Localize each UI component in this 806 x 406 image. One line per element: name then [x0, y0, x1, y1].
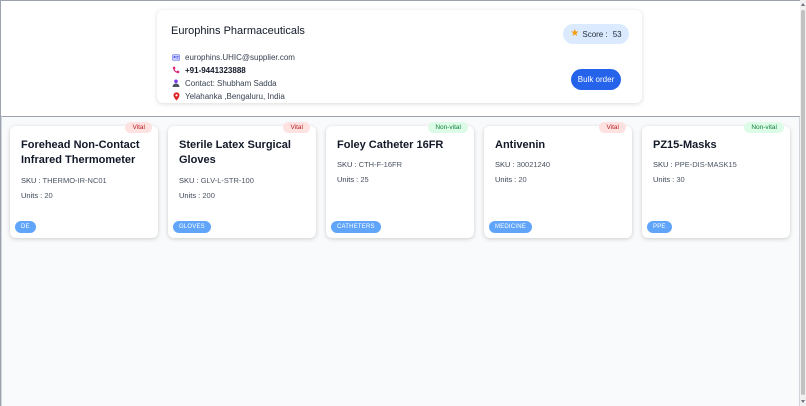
supplier-card: Europhins Pharmaceuticals europhins.UHIC… [157, 10, 642, 103]
id-card-icon [171, 52, 181, 62]
product-units: Units : 20 [21, 191, 53, 200]
person-icon [171, 78, 181, 88]
status-badge: Vital [125, 122, 152, 133]
supplier-location: Yelahanka ,Bengaluru, India [185, 91, 285, 101]
product-sku: SKU : PPE-DIS-MASK15 [653, 160, 737, 169]
product-card[interactable]: Non-vital Foley Catheter 16FR SKU : CTH-… [326, 122, 474, 238]
supplier-contact-row: Contact: Shubham Sadda [171, 77, 277, 89]
category-tag: MEDICINE [489, 221, 532, 233]
product-card[interactable]: Vital Antivenin SKU : 30021240 Units : 2… [484, 122, 632, 238]
phone-icon [171, 65, 181, 75]
score-value: 53 [612, 29, 622, 39]
product-units: Units : 200 [179, 191, 215, 200]
product-units: Units : 20 [495, 175, 527, 184]
product-sku: SKU : THERMO-IR-NC01 [21, 176, 107, 185]
supplier-email-row: europhins.UHIC@supplier.com [171, 51, 295, 63]
product-title: Sterile Latex Surgical Gloves [179, 139, 291, 166]
product-card[interactable]: Non-vital PZ15-Masks SKU : PPE-DIS-MASK1… [642, 122, 790, 238]
scrollbar-thumb[interactable] [801, 10, 805, 395]
status-badge: Vital [599, 122, 626, 133]
scroll-down-arrow-icon[interactable] [801, 400, 805, 403]
supplier-phone-row: +91-9441323888 [171, 64, 246, 76]
score-label: Score : [582, 29, 608, 39]
product-units: Units : 30 [653, 175, 685, 184]
supplier-location-row: Yelahanka ,Bengaluru, India [171, 90, 285, 102]
status-badge: Vital [283, 122, 310, 133]
category-tag: GLOVES [173, 221, 211, 233]
product-title: Forehead Non-Contact Infrared Thermomete… [21, 139, 140, 166]
category-tag: CATHETERS [331, 221, 381, 233]
score-badge: ★ Score : 53 [563, 24, 629, 44]
product-title: Foley Catheter 16FR [337, 139, 444, 151]
star-icon: ★ [570, 28, 580, 39]
product-sku: SKU : CTH-F-16FR [337, 160, 403, 169]
supplier-name: Europhins Pharmaceuticals [171, 25, 305, 37]
product-card[interactable]: Vital Sterile Latex Surgical Gloves SKU … [168, 122, 316, 238]
product-title: Antivenin [495, 139, 546, 151]
product-sku: SKU : 30021240 [495, 160, 551, 169]
product-units: Units : 25 [337, 175, 369, 184]
category-tag: PPE [647, 221, 672, 233]
product-title: PZ15-Masks [653, 139, 717, 151]
location-pin-icon [171, 91, 181, 101]
bulk-order-button[interactable]: Bulk order [571, 69, 621, 90]
scroll-up-arrow-icon[interactable] [801, 3, 805, 6]
supplier-contact: Contact: Shubham Sadda [185, 78, 277, 88]
product-card[interactable]: Vital Forehead Non-Contact Infrared Ther… [10, 122, 158, 238]
category-tag: DE [15, 221, 36, 233]
supplier-email[interactable]: europhins.UHIC@supplier.com [185, 53, 295, 62]
product-sku: SKU : GLV-L-STR-100 [179, 176, 254, 185]
status-badge: Non-vital [428, 122, 468, 133]
vertical-scrollbar[interactable] [800, 0, 806, 406]
supplier-phone[interactable]: +91-9441323888 [185, 66, 246, 75]
status-badge: Non-vital [744, 122, 784, 133]
